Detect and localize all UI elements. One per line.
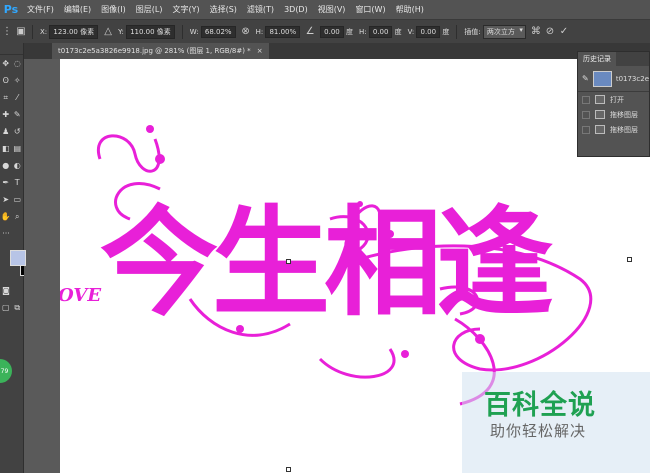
document-tab-bar: t0173c2e5a3826e9918.jpg @ 281% (图层 1, RG…: [24, 43, 650, 59]
history-source-checkbox[interactable]: [582, 110, 590, 119]
menu-edit[interactable]: 编辑(E): [59, 4, 96, 15]
shape-tool-icon[interactable]: ▭: [12, 191, 24, 208]
snapshot-thumbnail: [592, 70, 612, 87]
history-snapshot[interactable]: ✎ t0173c2e: [578, 66, 649, 92]
y-field[interactable]: 110.00 像素: [126, 24, 175, 39]
pen-tool-icon[interactable]: ✒: [0, 174, 12, 191]
history-item-label: 拖移图层: [610, 125, 638, 134]
history-item-label: 打开: [610, 95, 624, 104]
artwork-side-text: OVE: [60, 285, 101, 306]
menu-view[interactable]: 视图(V): [313, 4, 351, 15]
quick-mask-icon[interactable]: ◙: [0, 282, 12, 299]
gradient-tool-icon[interactable]: ▤: [12, 140, 24, 157]
warp-icon[interactable]: ⌘: [529, 25, 543, 39]
document-tab[interactable]: t0173c2e5a3826e9918.jpg @ 281% (图层 1, RG…: [52, 43, 269, 59]
menu-file[interactable]: 文件(F): [22, 4, 59, 15]
transform-handle-right[interactable]: [627, 257, 632, 262]
brush-source-icon: ✎: [582, 74, 589, 83]
menu-window[interactable]: 窗口(W): [350, 4, 390, 15]
angle-field[interactable]: 0.00: [320, 25, 344, 38]
h-label: H:: [255, 27, 264, 36]
document-icon: [595, 110, 605, 119]
dodge-tool-icon[interactable]: ◐: [12, 157, 24, 174]
watermark-title: 百科全说: [484, 390, 596, 421]
screen-mode-icon[interactable]: ▢: [0, 299, 12, 316]
transform-handle-center[interactable]: [286, 259, 291, 264]
history-item[interactable]: 拖移图层: [578, 107, 649, 122]
vskew-unit: 度: [442, 27, 450, 36]
hskew-unit: 度: [394, 27, 402, 36]
history-source-checkbox[interactable]: [582, 125, 590, 134]
angle-icon: ∠: [305, 26, 315, 37]
path-select-tool-icon[interactable]: ➤: [0, 191, 12, 208]
artwork-main-text: 今生相逢: [100, 194, 553, 332]
angle-unit: 度: [345, 27, 353, 36]
blur-tool-icon[interactable]: ●: [0, 157, 12, 174]
interpolation-select[interactable]: 两次立方: [482, 24, 526, 39]
more-tools-icon[interactable]: ···: [0, 225, 12, 242]
reference-point-icon[interactable]: ▣: [14, 25, 28, 39]
y-label: Y:: [118, 27, 124, 36]
menu-select[interactable]: 选择(S): [205, 4, 242, 15]
move-tool-icon[interactable]: ✥: [0, 55, 12, 72]
color-swatches: [0, 246, 36, 278]
x-field[interactable]: 123.00 像素: [49, 24, 99, 39]
document-icon: [595, 95, 605, 104]
cancel-transform-icon[interactable]: ⊘: [543, 25, 557, 39]
h-field[interactable]: 81.00%: [265, 25, 301, 38]
commit-transform-icon[interactable]: ✓: [557, 25, 571, 39]
eraser-tool-icon[interactable]: ◧: [0, 140, 12, 157]
options-bar: ⋮ ▣ X: 123.00 像素 △ Y: 110.00 像素 W: 68.02…: [0, 19, 650, 43]
foreground-color-swatch[interactable]: [10, 250, 26, 266]
tool-preset-icon[interactable]: ⋮: [0, 25, 14, 39]
menu-bar: Ps 文件(F) 编辑(E) 图像(I) 图层(L) 文字(Y) 选择(S) 滤…: [0, 0, 650, 19]
vskew-label: V:: [407, 27, 415, 36]
transform-handle-bottom[interactable]: [286, 467, 291, 472]
watermark-subtitle: 助你轻松解决: [490, 422, 587, 440]
history-item[interactable]: 拖移图层: [578, 122, 649, 137]
menu-filter[interactable]: 滤镜(T): [242, 4, 279, 15]
healing-tool-icon[interactable]: ✚: [0, 106, 12, 123]
document-icon: [595, 125, 605, 134]
delta-icon[interactable]: △: [101, 25, 115, 39]
crop-tool-icon[interactable]: ⌗: [0, 89, 12, 106]
badge: 79: [0, 359, 12, 383]
menu-3d[interactable]: 3D(D): [279, 5, 313, 14]
brush-tool-icon[interactable]: ✎: [12, 106, 24, 123]
history-panel: 历史记录 ✎ t0173c2e 打开 拖移图层 拖移图层: [577, 51, 650, 157]
document-tab-title: t0173c2e5a3826e9918.jpg @ 281% (图层 1, RG…: [58, 47, 251, 55]
hskew-field[interactable]: 0.00: [368, 25, 393, 38]
history-item[interactable]: 打开: [578, 92, 649, 107]
interpolation-label: 插值:: [464, 27, 481, 36]
close-icon[interactable]: ×: [257, 47, 263, 55]
zoom-tool-icon[interactable]: ⌕: [12, 208, 24, 225]
lasso-tool-icon[interactable]: ʘ: [0, 72, 12, 89]
magic-wand-tool-icon[interactable]: ✧: [12, 72, 24, 89]
link-icon[interactable]: ⊗: [239, 25, 253, 39]
vskew-field[interactable]: 0.00: [416, 25, 441, 38]
photoshop-logo: Ps: [3, 3, 19, 16]
w-field[interactable]: 68.02%: [200, 25, 236, 38]
type-tool-icon[interactable]: T: [12, 174, 24, 191]
frame-icon[interactable]: ⧉: [12, 299, 24, 316]
x-label: X:: [40, 27, 48, 36]
menu-help[interactable]: 帮助(H): [391, 4, 429, 15]
stamp-tool-icon[interactable]: ♟: [0, 123, 12, 140]
menu-layer[interactable]: 图层(L): [131, 4, 168, 15]
snapshot-name: t0173c2e: [615, 74, 649, 83]
menu-image[interactable]: 图像(I): [96, 4, 131, 15]
history-brush-tool-icon[interactable]: ↺: [12, 123, 24, 140]
tools-panel: ✥ ◌ ʘ ✧ ⌗ ⁄ ✚ ✎ ♟ ↺ ◧ ▤ ● ◐ ✒ T ➤ ▭ ✋ ⌕ ··· ◙ ▢ ⧉ 7…: [0, 43, 36, 473]
hskew-label: H:: [358, 27, 367, 36]
history-source-checkbox[interactable]: [582, 95, 590, 104]
history-item-label: 拖移图层: [610, 110, 638, 119]
eyedropper-tool-icon[interactable]: ⁄: [12, 89, 24, 106]
history-tab[interactable]: 历史记录: [578, 52, 616, 66]
menu-type[interactable]: 文字(Y): [167, 4, 204, 15]
hand-tool-icon[interactable]: ✋: [0, 208, 12, 225]
marquee-tool-icon[interactable]: ◌: [12, 55, 24, 72]
w-label: W:: [189, 27, 199, 36]
